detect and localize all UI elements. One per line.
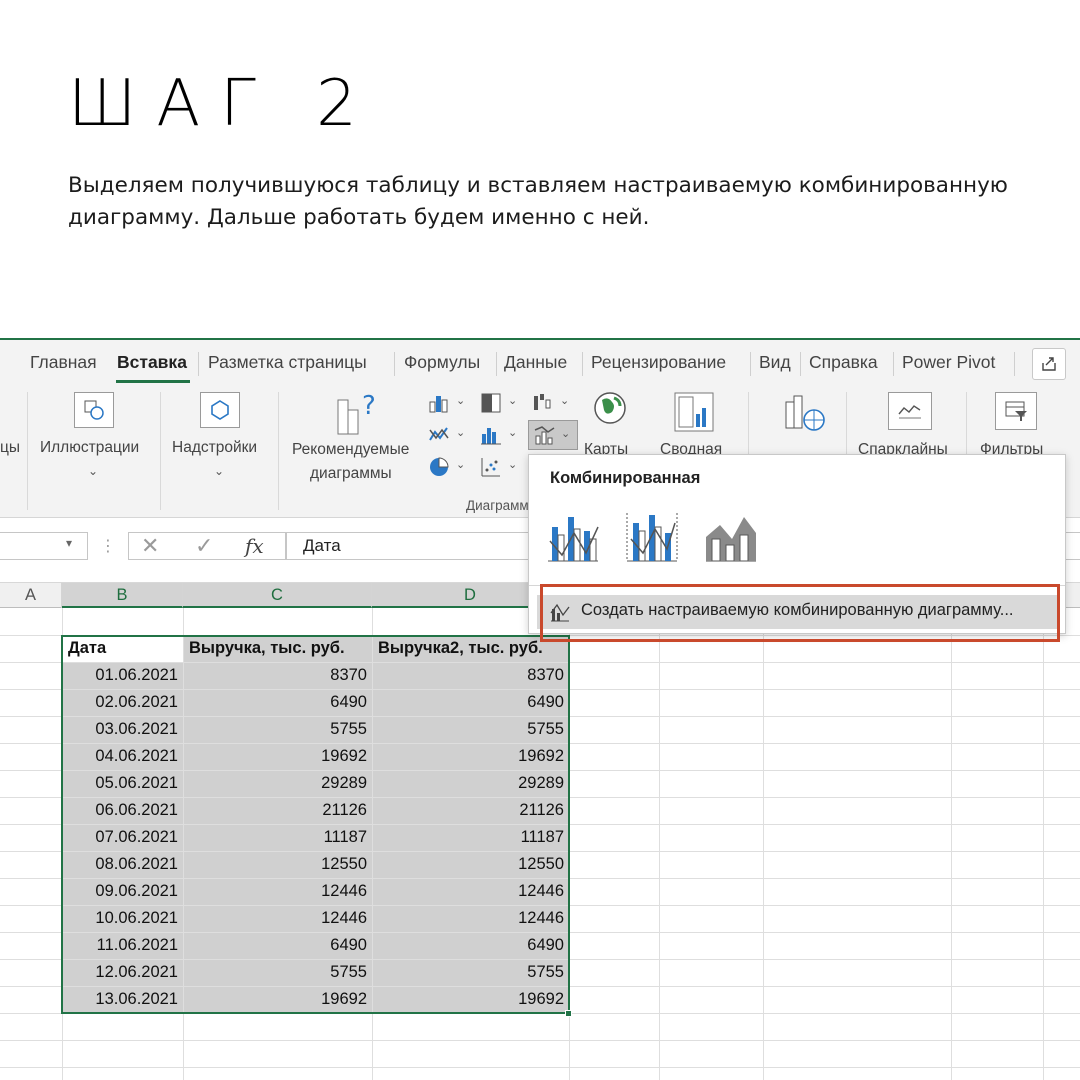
recommended-charts-icon[interactable]: ? [332, 388, 382, 438]
step-description: Выделяем получившуюся таблицу и вставляе… [68, 173, 1008, 230]
formula-buttons: ✕ ✓ fx [128, 532, 286, 560]
tab-home[interactable]: Главная [30, 352, 97, 373]
recommended-charts-label-2[interactable]: диаграммы [310, 462, 392, 486]
chevron-down-icon[interactable]: ⌄ [456, 426, 465, 439]
tab-separator [1014, 352, 1015, 376]
name-box[interactable]: ▾ [0, 532, 88, 560]
tab-power-pivot[interactable]: Power Pivot [902, 352, 995, 373]
chevron-down-icon: ⌄ [561, 428, 571, 440]
ribbon-tables-label[interactable]: цы [0, 436, 20, 460]
chevron-down-icon[interactable]: ⌄ [88, 464, 98, 478]
worksheet-grid[interactable]: Дата Выручка, тыс. руб. Выручка2, тыс. руб… [0, 608, 1080, 1080]
tab-separator [800, 352, 801, 376]
ribbon-separator [278, 392, 279, 510]
addins-label[interactable]: Надстройки [172, 436, 257, 460]
insert-function-icon[interactable]: fx [245, 534, 264, 558]
pie-chart-icon[interactable] [428, 456, 450, 478]
line-chart-icon[interactable] [428, 424, 450, 446]
ribbon-separator [27, 392, 28, 510]
statistic-chart-icon[interactable] [480, 424, 502, 446]
tab-separator [582, 352, 583, 376]
chevron-down-icon[interactable]: ⌄ [508, 458, 517, 471]
charts-group-label: Диаграмм [466, 498, 529, 513]
chevron-down-icon[interactable]: ⌄ [456, 394, 465, 407]
tab-formulas[interactable]: Формулы [404, 352, 480, 373]
chevron-down-icon[interactable]: ⌄ [214, 464, 224, 478]
excel-screenshot: Главная Вставка Разметка страницы Формул… [0, 338, 1080, 1080]
chevron-down-icon[interactable]: ⌄ [560, 394, 569, 407]
grid-column-line [763, 608, 764, 1080]
tab-data[interactable]: Данные [504, 352, 567, 373]
share-icon [1042, 357, 1056, 371]
stacked-area-column-icon[interactable] [702, 509, 760, 567]
column-header-a[interactable]: A [0, 583, 62, 608]
recommended-charts-label-1[interactable]: Рекомендуемые [292, 438, 409, 462]
ribbon-tabs: Главная Вставка Разметка страницы Формул… [0, 340, 1080, 386]
step-title: ШАГ 2 [68, 67, 377, 141]
3d-map-icon[interactable] [782, 392, 828, 436]
tab-review[interactable]: Рецензирование [591, 352, 726, 373]
illustrations-label[interactable]: Иллюстрации [40, 436, 139, 460]
tab-view[interactable]: Вид [759, 352, 791, 373]
tab-separator [496, 352, 497, 376]
tab-insert[interactable]: Вставка [117, 352, 187, 373]
grid-column-line [1043, 608, 1044, 1080]
grid-column-line [659, 608, 660, 1080]
chevron-down-icon[interactable]: ⌄ [456, 458, 465, 471]
scatter-chart-icon[interactable] [480, 456, 502, 478]
tab-separator [198, 352, 199, 376]
confirm-icon[interactable]: ✓ [195, 533, 213, 559]
chevron-down-icon[interactable]: ▾ [66, 536, 72, 550]
fill-handle[interactable] [565, 1010, 572, 1017]
ribbon-separator [160, 392, 161, 510]
combo-chart-icon [534, 426, 555, 445]
column-header-c[interactable]: C [183, 583, 372, 608]
illustrations-icon[interactable] [74, 392, 114, 428]
combo-popup-title: Комбинированная [550, 469, 701, 487]
pivot-chart-icon[interactable] [672, 390, 716, 434]
selection-border [61, 635, 570, 1014]
chevron-down-icon[interactable]: ⌄ [508, 426, 517, 439]
svg-text:?: ? [362, 391, 376, 421]
tab-separator [750, 352, 751, 376]
combo-chart-button[interactable]: ⌄ [528, 420, 578, 450]
active-tab-indicator [116, 380, 190, 383]
addins-icon[interactable] [200, 392, 240, 428]
tab-separator [394, 352, 395, 376]
maps-icon[interactable] [592, 390, 628, 426]
sparklines-icon[interactable] [888, 392, 932, 430]
clustered-column-secondary-line-icon[interactable] [623, 509, 681, 567]
highlight-annotation [540, 584, 1060, 642]
clustered-column-line-icon[interactable] [544, 509, 602, 567]
more-options-icon[interactable]: ⋮ [100, 536, 116, 556]
column-header-b[interactable]: B [62, 583, 183, 608]
tab-separator [893, 352, 894, 376]
hierarchy-chart-icon[interactable] [480, 392, 502, 414]
waterfall-chart-icon[interactable] [532, 392, 554, 414]
column-chart-icon[interactable] [428, 392, 450, 414]
tab-help[interactable]: Справка [809, 352, 878, 373]
share-button[interactable] [1032, 348, 1066, 380]
filters-icon[interactable] [995, 392, 1037, 430]
grid-row-line [0, 1040, 1080, 1041]
chevron-down-icon[interactable]: ⌄ [508, 394, 517, 407]
cancel-icon[interactable]: ✕ [141, 533, 159, 559]
grid-column-line [951, 608, 952, 1080]
tab-page-layout[interactable]: Разметка страницы [208, 352, 367, 373]
grid-row-line [0, 1067, 1080, 1068]
